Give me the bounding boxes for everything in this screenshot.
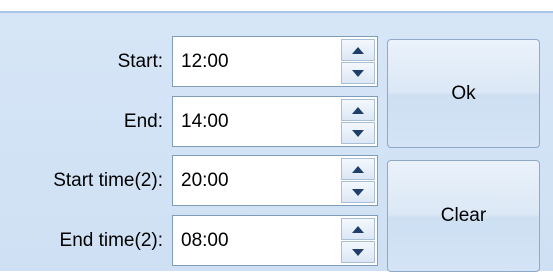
window-frame: Start: 12:00 End: 14:00 Start time(2): 2… bbox=[0, 0, 553, 272]
ok-button[interactable]: Ok bbox=[387, 39, 540, 148]
start-time2-label: Start time(2): bbox=[53, 169, 163, 191]
triangle-up-icon bbox=[352, 46, 364, 54]
time-range-panel: Start: 12:00 End: 14:00 Start time(2): 2… bbox=[0, 11, 553, 272]
start-time-decrement-button[interactable] bbox=[341, 62, 375, 84]
start-label: Start: bbox=[117, 50, 163, 72]
end-time-spinner bbox=[341, 99, 375, 144]
triangle-down-icon bbox=[352, 188, 364, 196]
triangle-up-icon bbox=[352, 106, 364, 114]
clear-button[interactable]: Clear bbox=[387, 160, 540, 272]
triangle-up-icon bbox=[352, 165, 364, 173]
ok-button-label: Ok bbox=[451, 82, 476, 104]
end-label: End: bbox=[123, 110, 163, 132]
start-time-value[interactable]: 12:00 bbox=[181, 37, 229, 86]
start-time-spinner bbox=[341, 39, 375, 84]
end-time-value[interactable]: 14:00 bbox=[181, 97, 229, 146]
start-time-increment-button[interactable] bbox=[341, 39, 375, 61]
end-time-decrement-button[interactable] bbox=[341, 122, 375, 144]
end-time2-increment-button[interactable] bbox=[341, 218, 375, 240]
end-time2-label: End time(2): bbox=[59, 229, 163, 251]
end-time-field[interactable]: 14:00 bbox=[172, 96, 378, 147]
triangle-up-icon bbox=[352, 225, 364, 233]
clear-button-label: Clear bbox=[440, 205, 487, 226]
triangle-down-icon bbox=[352, 69, 364, 77]
start-time2-decrement-button[interactable] bbox=[341, 181, 375, 203]
triangle-down-icon bbox=[352, 248, 364, 256]
end-time-increment-button[interactable] bbox=[341, 99, 375, 121]
end-time2-field[interactable]: 08:00 bbox=[172, 215, 378, 266]
triangle-down-icon bbox=[352, 129, 364, 137]
start-time2-spinner bbox=[341, 158, 375, 203]
end-time2-value[interactable]: 08:00 bbox=[181, 216, 229, 265]
end-time2-decrement-button[interactable] bbox=[341, 241, 375, 263]
end-time2-spinner bbox=[341, 218, 375, 263]
start-time-field[interactable]: 12:00 bbox=[172, 36, 378, 87]
start-time2-field[interactable]: 20:00 bbox=[172, 155, 378, 206]
start-time2-value[interactable]: 20:00 bbox=[181, 156, 229, 205]
start-time2-increment-button[interactable] bbox=[341, 158, 375, 180]
